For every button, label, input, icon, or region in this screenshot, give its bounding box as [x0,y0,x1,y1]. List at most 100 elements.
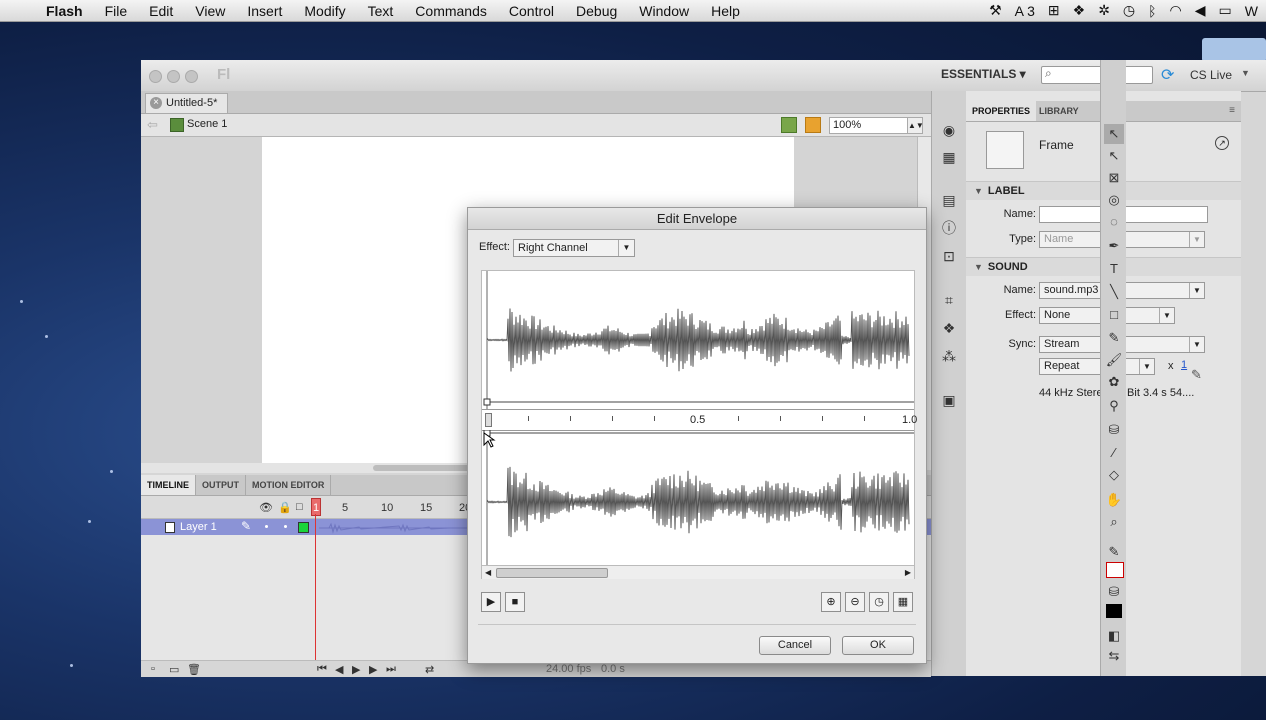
menu-control[interactable]: Control [498,3,565,19]
cancel-button[interactable]: Cancel [759,636,831,655]
effect-select[interactable]: Right Channel ▼ [513,239,635,257]
adobe-status[interactable]: A 3 [1015,3,1035,19]
color-panel-icon[interactable]: ◉ [940,121,958,139]
repeat-count[interactable]: 1 [1181,359,1187,371]
chevron-down-icon[interactable]: ▼ [1241,68,1250,78]
tools-icon[interactable]: ⚒ [989,2,1002,19]
3d-rotation-tool-icon[interactable]: ◎ [1104,190,1124,210]
gear-icon[interactable]: ✲ [1098,2,1110,19]
sync-icon[interactable]: ⊞ [1048,2,1060,19]
black-white-icon[interactable]: ◧ [1104,626,1124,646]
swap-colors-icon[interactable]: ⇆ [1104,646,1124,666]
delete-layer-icon[interactable]: 🗑 [187,663,201,676]
right-channel-waveform[interactable] [482,430,914,565]
menu-commands[interactable]: Commands [404,3,498,19]
frames-button[interactable]: ▦ [893,592,913,612]
edit-scene-icon[interactable] [781,117,797,133]
edit-envelope-pencil-icon[interactable]: ✎ [1191,367,1202,383]
envelope-editor[interactable]: 0.5 1.0 ◀ ▶ [481,270,917,579]
close-icon[interactable]: × [150,97,162,109]
envelope-handle[interactable] [483,398,491,406]
transform-icon[interactable]: ⊡ [940,247,958,265]
clock-text[interactable]: W [1245,3,1258,19]
line-tool-icon[interactable]: ╲ [1104,282,1124,302]
cs-live-label[interactable]: CS Live [1190,68,1232,82]
free-transform-tool-icon[interactable]: ⊠ [1104,168,1124,188]
new-layer-icon[interactable]: ▫ [151,663,155,675]
pencil-tool-icon[interactable]: ✎ [1104,328,1124,348]
align-icon[interactable]: ▤ [940,191,958,209]
zoom-in-button[interactable]: ⊕ [821,592,841,612]
step-forward-icon[interactable]: ▶ [369,663,377,676]
pen-tool-icon[interactable]: ✒ [1104,236,1124,256]
panel-menu-icon[interactable]: ≡ [1229,105,1235,116]
menu-app-name[interactable]: Flash [40,3,94,19]
scroll-thumb[interactable] [496,568,608,578]
bluetooth-icon[interactable]: ᛒ [1148,3,1156,19]
close-window-button[interactable] [149,70,162,83]
fill-color-swatch[interactable] [1106,604,1122,618]
scroll-right-icon[interactable]: ▶ [905,566,911,579]
help-icon[interactable]: ↗ [1215,136,1229,150]
menu-help[interactable]: Help [700,3,751,19]
hand-tool-icon[interactable]: ✋ [1104,490,1124,510]
text-tool-icon[interactable]: T [1104,259,1124,279]
eye-icon[interactable]: 👁 [259,501,273,514]
selection-tool-icon[interactable]: ↖ [1104,124,1124,144]
deco-tool-icon[interactable]: ✿ [1104,372,1124,392]
outline-icon[interactable]: □ [296,501,303,513]
stop-sound-button[interactable]: ■ [505,592,525,612]
stroke-color-swatch[interactable] [1106,562,1124,578]
rectangle-tool-icon[interactable]: □ [1104,305,1124,325]
time-machine-icon[interactable]: ◷ [1123,2,1135,19]
ok-button[interactable]: OK [842,636,914,655]
paint-bucket-tool-icon[interactable]: ⛁ [1104,420,1124,440]
tab-timeline[interactable]: TIMELINE [141,475,196,495]
fill-color-icon[interactable]: ⛁ [1104,582,1124,602]
layer-name[interactable]: Layer 1 [180,521,217,533]
swatches-icon[interactable]: ▦ [940,148,958,166]
zoom-out-button[interactable]: ⊖ [845,592,865,612]
menu-edit[interactable]: Edit [138,3,184,19]
tab-properties[interactable]: PROPERTIES [966,101,1037,121]
lasso-tool-icon[interactable]: ◌ [1104,212,1124,232]
outline-color-box[interactable] [298,522,309,533]
tab-untitled-5[interactable]: × Untitled-5* [145,93,229,113]
step-back-icon[interactable]: ◀ [335,663,343,676]
left-channel-waveform[interactable] [482,271,914,409]
scroll-left-icon[interactable]: ◀ [485,566,491,579]
lock-dot[interactable] [284,525,287,528]
menu-file[interactable]: File [94,3,139,19]
visibility-dot[interactable] [265,525,268,528]
cs-live-icon[interactable]: ⟳ [1161,65,1174,85]
eraser-tool-icon[interactable]: ◇ [1104,465,1124,485]
menu-text[interactable]: Text [357,3,405,19]
seconds-button[interactable]: ◷ [869,592,889,612]
tab-output[interactable]: OUTPUT [196,475,246,495]
sound-repeat-select[interactable]: Repeat ▼ [1039,358,1155,375]
battery-icon[interactable]: ▭ [1219,2,1232,19]
info-icon[interactable]: ⓘ [940,219,958,237]
new-folder-icon[interactable]: ▭ [169,663,179,676]
folder-icon[interactable] [1202,38,1266,62]
tab-library[interactable]: LIBRARY [1033,101,1085,121]
code-snippets-icon[interactable]: ⌗ [940,291,958,309]
first-frame-icon[interactable]: ⏮ [317,663,327,676]
volume-icon[interactable]: ◀ [1195,2,1206,19]
minimize-window-button[interactable] [167,70,180,83]
play-icon[interactable]: ▶ [352,663,360,676]
menu-modify[interactable]: Modify [293,3,356,19]
zoom-window-button[interactable] [185,70,198,83]
fps-readout[interactable]: 24.00 fps [546,663,591,675]
menu-view[interactable]: View [184,3,236,19]
bone-tool-icon[interactable]: ⚲ [1104,396,1124,416]
menu-window[interactable]: Window [628,3,700,19]
breadcrumb-scene[interactable]: Scene 1 [187,118,227,130]
loop-icon[interactable]: ⇄ [425,663,434,676]
components-icon[interactable]: ❖ [940,319,958,337]
eyedropper-tool-icon[interactable]: ⁄ [1104,443,1124,463]
motion-presets-icon[interactable]: ⁂ [940,347,958,365]
zoom-field[interactable]: 100% [829,117,908,134]
stroke-color-icon[interactable]: ✎ [1104,542,1124,562]
zoom-dropdown[interactable]: ▲▼ [907,117,924,134]
